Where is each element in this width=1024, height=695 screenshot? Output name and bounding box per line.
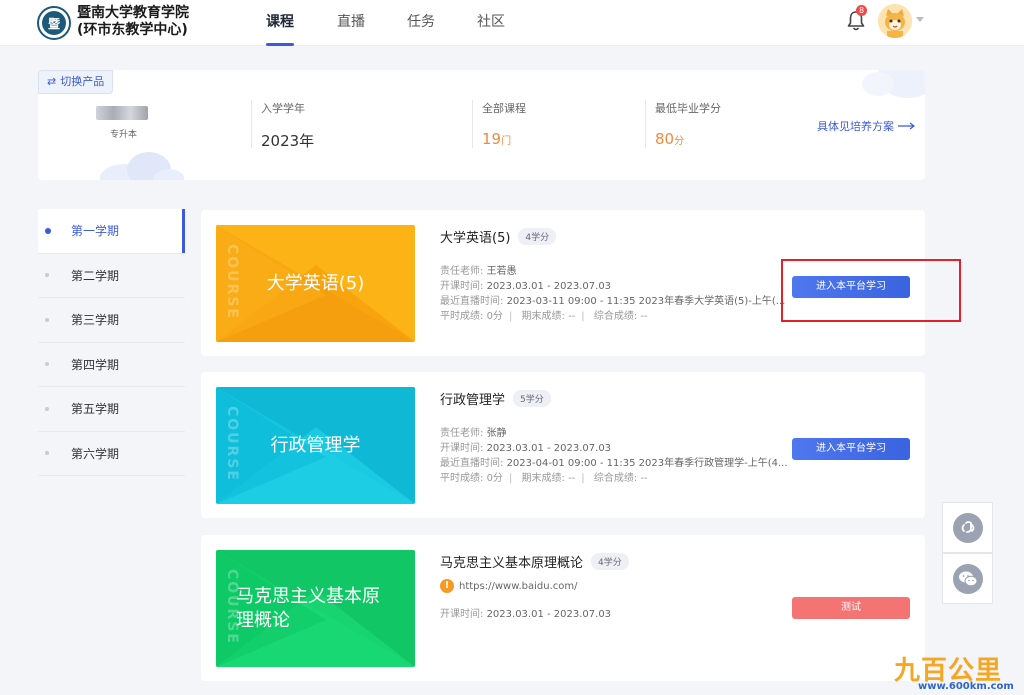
- teacher-line: 责任老师: 张静: [440, 428, 507, 439]
- active-tab-indicator: [266, 43, 294, 46]
- course-url[interactable]: https://www.baidu.com/: [459, 581, 578, 592]
- site-watermark-url: www.600km.com: [918, 681, 1014, 692]
- open-time-line: 开课时间: 2023.03.01 - 2023.07.03: [440, 609, 612, 620]
- enter-study-button[interactable]: 进入本平台学习: [792, 438, 910, 460]
- stat-all-courses: 全部课程 19门: [472, 100, 526, 148]
- student-profile-card: ⇄ 切换产品 专升本 入学学年 2023年 全部课程 19门 最低毕业学分 80…: [38, 70, 925, 180]
- cover-title: 行政管理学: [270, 434, 361, 456]
- stat-label: 入学学年: [261, 102, 305, 115]
- school-seal-logo[interactable]: 暨: [37, 6, 71, 40]
- user-avatar[interactable]: [878, 4, 912, 38]
- swap-arrows-icon: ⇄: [47, 75, 57, 88]
- stat-label: 最低毕业学分: [655, 102, 721, 115]
- nav-tab-community[interactable]: 社区: [477, 11, 505, 31]
- stat-label: 全部课程: [482, 102, 526, 115]
- wechat-icon: [952, 563, 983, 594]
- course-card-marxism: COURSE 马克思主义基本原理概论 马克思主义基本原理概论 4学分 ! htt…: [201, 535, 925, 681]
- course-title[interactable]: 行政管理学: [440, 389, 505, 408]
- nav-tab-courses[interactable]: 课程: [266, 11, 294, 31]
- cover-watermark: COURSE: [224, 243, 240, 320]
- highlight-box: [781, 259, 961, 322]
- stat-enroll-year: 入学学年 2023年: [251, 100, 315, 150]
- training-plan-link[interactable]: 具体见培养方案: [817, 118, 916, 134]
- open-time-line: 开课时间: 2023.03.01 - 2023.07.03: [440, 281, 612, 292]
- top-nav-bar: 暨 暨南大学教育学院 (环市东教学中心) 课程 直播 任务 社区 8: [0, 0, 1024, 46]
- score-line: 平时成绩: 0分 | 期末成绩: -- | 综合成绩: --: [440, 311, 648, 322]
- education-level: 专升本: [110, 130, 138, 140]
- course-title[interactable]: 马克思主义基本原理概论: [440, 552, 583, 571]
- nav-tab-live[interactable]: 直播: [337, 11, 365, 31]
- cloud-decoration-icon: [100, 152, 184, 180]
- term-item-6[interactable]: 第六学期: [38, 432, 185, 476]
- course-card-admin: COURSE 行政管理学 行政管理学 5学分 责任老师: 张静 开课时间: 20…: [201, 372, 925, 518]
- open-time-line: 开课时间: 2023.03.01 - 2023.07.03: [440, 443, 612, 454]
- school-name[interactable]: 暨南大学教育学院 (环市东教学中心): [77, 5, 189, 39]
- stat-min-credits: 最低毕业学分 80分: [645, 100, 721, 148]
- dot-icon: [45, 317, 49, 322]
- school-name-line1: 暨南大学教育学院: [77, 5, 189, 21]
- course-cover[interactable]: COURSE 行政管理学: [216, 387, 415, 504]
- caret-down-icon[interactable]: [916, 17, 924, 22]
- cover-title: 大学英语(5): [266, 272, 365, 294]
- switch-product-button[interactable]: ⇄ 切换产品: [38, 70, 114, 94]
- course-title-row: 马克思主义基本原理概论 4学分: [440, 552, 629, 571]
- credit-badge: 4学分: [518, 228, 557, 245]
- term-item-5[interactable]: 第五学期: [38, 387, 185, 432]
- cat-avatar-icon: [878, 4, 912, 38]
- stat-value: 19门: [482, 130, 512, 148]
- credit-badge: 5学分: [513, 390, 551, 407]
- nav-tab-tasks[interactable]: 任务: [407, 11, 435, 31]
- stat-value: 80分: [655, 130, 685, 148]
- blurred-student-name: [96, 106, 148, 120]
- dot-icon: [45, 451, 49, 456]
- dot-icon: [45, 406, 49, 411]
- course-title[interactable]: 大学英语(5): [440, 227, 510, 246]
- credit-badge: 4学分: [591, 553, 629, 570]
- course-url-row: ! https://www.baidu.com/: [440, 579, 578, 593]
- course-title-row: 行政管理学 5学分: [440, 389, 551, 408]
- dot-icon: [45, 227, 51, 234]
- mini-program-float-button[interactable]: [942, 502, 993, 553]
- school-name-line2: (环市东教学中心): [77, 22, 188, 38]
- term-item-4[interactable]: 第四学期: [38, 343, 185, 387]
- arrow-right-icon: [898, 122, 915, 130]
- course-cover[interactable]: COURSE 马克思主义基本原理概论: [216, 550, 415, 667]
- stat-value: 2023年: [261, 132, 315, 150]
- live-time-line: 最近直播时间: 2023-03-11 09:00 - 11:35 2023年春季…: [440, 296, 786, 307]
- dot-icon: [45, 362, 49, 367]
- warning-icon: !: [440, 579, 454, 593]
- term-item-3[interactable]: 第三学期: [38, 298, 185, 343]
- score-line: 平时成绩: 0分 | 期末成绩: -- | 综合成绩: --: [440, 473, 648, 484]
- course-title-row: 大学英语(5) 4学分: [440, 227, 557, 246]
- dot-icon: [45, 273, 49, 278]
- switch-product-label: 切换产品: [60, 75, 105, 88]
- test-button[interactable]: 测试: [792, 597, 910, 619]
- term-sidebar: 第一学期 第二学期 第三学期 第四学期 第五学期 第六学期: [38, 209, 185, 476]
- wechat-float-button[interactable]: [942, 553, 993, 604]
- cloud-decoration-right-icon: [862, 70, 925, 98]
- teacher-line: 责任老师: 王若愚: [440, 266, 517, 277]
- cover-watermark: COURSE: [224, 405, 240, 482]
- term-item-1[interactable]: 第一学期: [38, 209, 185, 254]
- term-item-2[interactable]: 第二学期: [38, 254, 185, 298]
- course-cover[interactable]: COURSE 大学英语(5): [216, 225, 415, 342]
- live-time-line: 最近直播时间: 2023-04-01 09:00 - 11:35 2023年春季…: [440, 458, 788, 469]
- link-icon: [952, 512, 983, 543]
- cover-title: 马克思主义基本原理概论: [236, 585, 380, 631]
- notification-badge: 8: [856, 5, 867, 16]
